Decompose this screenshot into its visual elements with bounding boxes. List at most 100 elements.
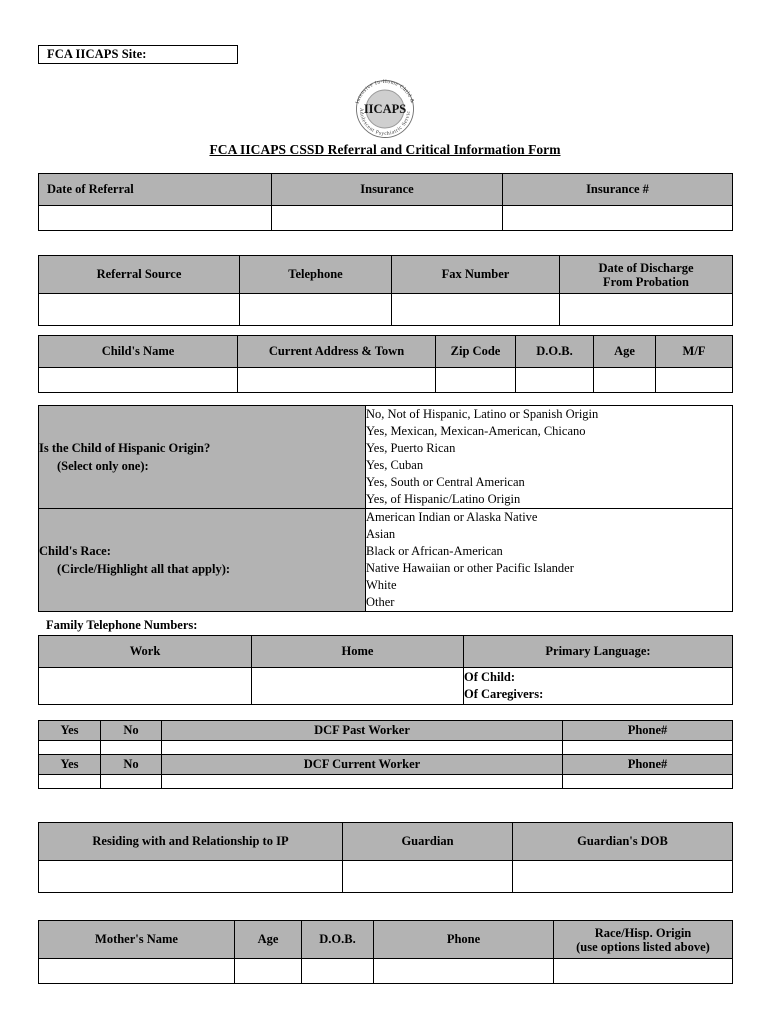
input-dcf-current-worker[interactable] bbox=[161, 774, 563, 789]
header-sex: M/F bbox=[655, 335, 733, 368]
header-dcf-current-phone: Phone# bbox=[562, 754, 733, 775]
site-field-box[interactable]: FCA IICAPS Site: bbox=[38, 45, 238, 64]
header-date-of-discharge: Date of Discharge From Probation bbox=[559, 255, 733, 294]
race-question: Child's Race: bbox=[39, 543, 111, 558]
header-dob: D.O.B. bbox=[515, 335, 594, 368]
header-dcf-current-worker: DCF Current Worker bbox=[161, 754, 563, 775]
hispanic-origin-label: Is the Child of Hispanic Origin? (Select… bbox=[38, 405, 366, 509]
table-row: Of Child: Of Caregivers: bbox=[38, 667, 733, 705]
family-telephone-table: Work Home Primary Language: Of Child: Of… bbox=[38, 635, 733, 705]
header-mother-age: Age bbox=[234, 920, 302, 959]
input-work-phone[interactable] bbox=[38, 667, 252, 705]
header-dcf-past-no[interactable]: No bbox=[100, 720, 162, 741]
input-childs-name[interactable] bbox=[38, 367, 238, 393]
option-hispanic-1[interactable]: Yes, Mexican, Mexican-American, Chicano bbox=[367, 423, 732, 440]
ethnicity-race-table: Is the Child of Hispanic Origin? (Select… bbox=[38, 405, 733, 612]
input-mother-dob[interactable] bbox=[301, 958, 374, 984]
input-home-phone[interactable] bbox=[251, 667, 464, 705]
option-race-4[interactable]: White bbox=[367, 577, 732, 594]
header-home-phone: Home bbox=[251, 635, 464, 668]
input-guardian[interactable] bbox=[342, 860, 513, 893]
header-mother-dob: D.O.B. bbox=[301, 920, 374, 959]
header-work-phone: Work bbox=[38, 635, 252, 668]
input-dcf-past-worker[interactable] bbox=[161, 740, 563, 755]
input-dcf-past-yes[interactable] bbox=[38, 740, 101, 755]
form-page: FCA IICAPS Site: Intensive In-Home Child… bbox=[0, 0, 770, 1024]
header-telephone: Telephone bbox=[239, 255, 392, 294]
table-row: Yes No DCF Past Worker Phone# bbox=[38, 720, 733, 741]
input-insurance-number[interactable] bbox=[502, 205, 733, 231]
input-date-of-discharge[interactable] bbox=[559, 293, 733, 326]
option-hispanic-2[interactable]: Yes, Puerto Rican bbox=[367, 440, 732, 457]
referral-source-table: Referral Source Telephone Fax Number Dat… bbox=[38, 255, 733, 326]
table-row: Work Home Primary Language: bbox=[38, 635, 733, 668]
option-hispanic-3[interactable]: Yes, Cuban bbox=[367, 457, 732, 474]
input-fax-number[interactable] bbox=[391, 293, 560, 326]
input-sex[interactable] bbox=[655, 367, 733, 393]
page-title: FCA IICAPS CSSD Referral and Critical In… bbox=[209, 142, 561, 157]
option-hispanic-4[interactable]: Yes, South or Central American bbox=[367, 474, 732, 491]
table-row bbox=[38, 774, 733, 789]
header-dcf-current-no[interactable]: No bbox=[100, 754, 162, 775]
referral-table: Date of Referral Insurance Insurance # bbox=[38, 173, 733, 231]
label-language-of-child: Of Child: bbox=[464, 669, 516, 684]
header-dcf-current-yes[interactable]: Yes bbox=[38, 754, 101, 775]
input-guardian-dob[interactable] bbox=[512, 860, 733, 893]
table-row: Referral Source Telephone Fax Number Dat… bbox=[38, 255, 733, 294]
option-race-1[interactable]: Asian bbox=[367, 526, 732, 543]
table-row: Date of Referral Insurance Insurance # bbox=[38, 173, 733, 206]
table-row: Yes No DCF Current Worker Phone# bbox=[38, 754, 733, 775]
input-referral-source[interactable] bbox=[38, 293, 240, 326]
header-current-address-town: Current Address & Town bbox=[237, 335, 436, 368]
header-fax-number: Fax Number bbox=[391, 255, 560, 294]
input-dcf-current-no[interactable] bbox=[100, 774, 162, 789]
input-dcf-past-phone[interactable] bbox=[562, 740, 733, 755]
header-mothers-name: Mother's Name bbox=[38, 920, 235, 959]
race-options: American Indian or Alaska Native Asian B… bbox=[365, 508, 733, 612]
svg-text:IICAPS: IICAPS bbox=[364, 102, 406, 116]
input-residing-relationship[interactable] bbox=[38, 860, 343, 893]
input-current-address-town[interactable] bbox=[237, 367, 436, 393]
hispanic-origin-options: No, Not of Hispanic, Latino or Spanish O… bbox=[365, 405, 733, 509]
header-dcf-past-phone: Phone# bbox=[562, 720, 733, 741]
input-mother-phone[interactable] bbox=[373, 958, 554, 984]
option-hispanic-0[interactable]: No, Not of Hispanic, Latino or Spanish O… bbox=[367, 407, 732, 424]
input-telephone[interactable] bbox=[239, 293, 392, 326]
input-dcf-current-phone[interactable] bbox=[562, 774, 733, 789]
header-guardian-dob: Guardian's DOB bbox=[512, 822, 733, 861]
primary-language-fields[interactable]: Of Child: Of Caregivers: bbox=[463, 667, 733, 705]
header-dcf-past-yes[interactable]: Yes bbox=[38, 720, 101, 741]
discharge-line-2: From Probation bbox=[603, 274, 689, 289]
option-race-5[interactable]: Other bbox=[367, 594, 732, 611]
option-race-0[interactable]: American Indian or Alaska Native bbox=[367, 510, 732, 527]
header-mother-phone: Phone bbox=[373, 920, 554, 959]
input-dcf-past-no[interactable] bbox=[100, 740, 162, 755]
hispanic-origin-instruction: (Select only one): bbox=[57, 459, 149, 473]
residing-guardian-table: Residing with and Relationship to IP Gua… bbox=[38, 822, 733, 893]
header-mother-race-origin: Race/Hisp. Origin (use options listed ab… bbox=[553, 920, 733, 959]
label-language-of-caregivers: Of Caregivers: bbox=[464, 687, 544, 701]
header-insurance-number: Insurance # bbox=[502, 173, 733, 206]
input-mother-age[interactable] bbox=[234, 958, 302, 984]
family-telephone-caption: Family Telephone Numbers: bbox=[46, 618, 198, 632]
option-hispanic-5[interactable]: Yes, of Hispanic/Latino Origin bbox=[367, 491, 732, 508]
header-primary-language: Primary Language: bbox=[463, 635, 733, 668]
header-childs-name: Child's Name bbox=[38, 335, 238, 368]
table-row bbox=[38, 860, 733, 893]
site-field-label: FCA IICAPS Site: bbox=[47, 47, 147, 61]
input-insurance[interactable] bbox=[271, 205, 503, 231]
option-race-2[interactable]: Black or African-American bbox=[367, 543, 732, 560]
input-dcf-current-yes[interactable] bbox=[38, 774, 101, 789]
option-race-3[interactable]: Native Hawaiian or other Pacific Islande… bbox=[367, 560, 732, 577]
input-dob[interactable] bbox=[515, 367, 594, 393]
race-label: Child's Race: (Circle/Highlight all that… bbox=[38, 508, 366, 612]
input-age[interactable] bbox=[593, 367, 656, 393]
input-mother-race-origin[interactable] bbox=[553, 958, 733, 984]
header-date-of-referral: Date of Referral bbox=[38, 173, 272, 206]
input-mothers-name[interactable] bbox=[38, 958, 235, 984]
input-date-of-referral[interactable] bbox=[38, 205, 272, 231]
table-row bbox=[38, 367, 733, 393]
race-instruction: (Circle/Highlight all that apply): bbox=[57, 562, 231, 576]
input-zip-code[interactable] bbox=[435, 367, 516, 393]
header-dcf-past-worker: DCF Past Worker bbox=[161, 720, 563, 741]
